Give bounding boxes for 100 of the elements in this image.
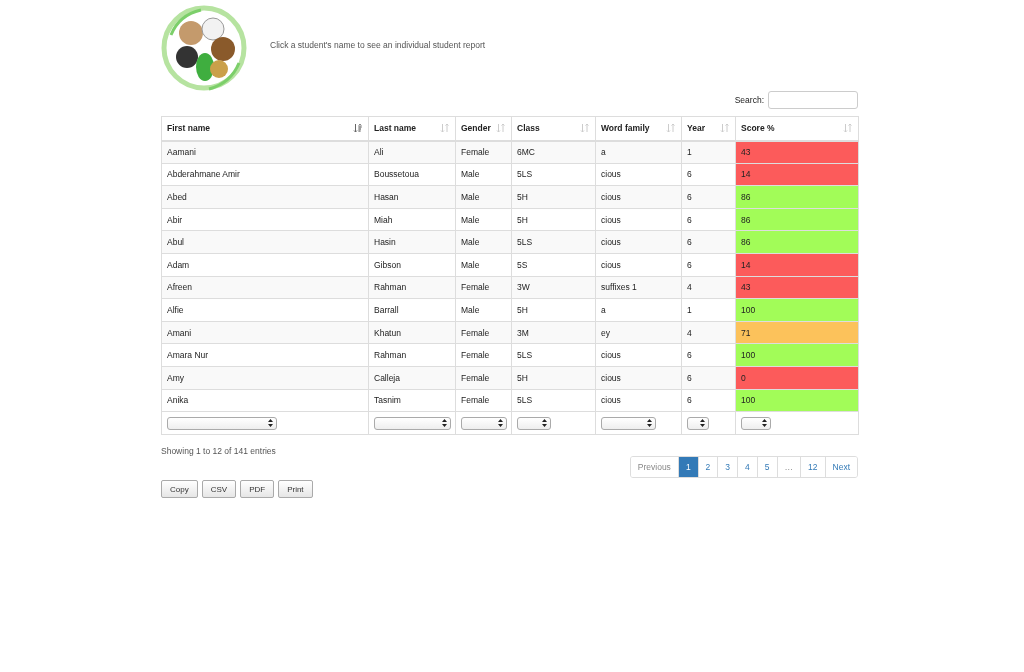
- table-cell: Rahman: [368, 343, 456, 367]
- table-cell: cious: [595, 163, 682, 186]
- table-cell[interactable]: Abul: [161, 230, 369, 254]
- table-cell: ey: [595, 321, 682, 344]
- score-cell: 100: [735, 343, 859, 367]
- export-button[interactable]: PDF: [240, 480, 275, 499]
- column-header[interactable]: Word family: [601, 123, 650, 134]
- table-cell: 5LS: [511, 230, 596, 254]
- table-cell[interactable]: Abed: [161, 185, 369, 209]
- table-cell: a: [595, 140, 682, 164]
- table-cell: Male: [455, 230, 512, 254]
- table-cell: Male: [455, 253, 512, 277]
- table-cell: 1: [681, 298, 736, 322]
- instruction-text: Click a student's name to see an individual student report: [270, 39, 486, 50]
- export-button[interactable]: CSV: [201, 480, 237, 499]
- table-cell[interactable]: Abderahmane Amir: [161, 163, 369, 186]
- column-header[interactable]: Last name: [374, 123, 417, 134]
- table-cell: a: [595, 298, 682, 322]
- table-cell: Male: [455, 208, 512, 231]
- table-cell: Rahman: [368, 276, 456, 299]
- score-cell: 14: [735, 253, 859, 277]
- export-button[interactable]: Copy: [161, 480, 198, 499]
- column-header[interactable]: Year: [687, 123, 705, 134]
- table-cell: Tasnim: [368, 389, 456, 412]
- table-cell: Female: [455, 140, 512, 164]
- table-cell: Female: [455, 389, 512, 412]
- table-cell: cious: [595, 253, 682, 277]
- dropdown-arrows-icon: [442, 419, 447, 428]
- score-cell: 71: [735, 321, 859, 344]
- table-cell: Hasin: [368, 230, 456, 254]
- score-cell: 100: [735, 389, 859, 412]
- search-field[interactable]: [768, 91, 858, 109]
- table-cell: Miah: [368, 208, 456, 231]
- table-cell: Calleja: [368, 366, 456, 390]
- table-cell: Male: [455, 298, 512, 322]
- table-cell[interactable]: Aamani: [161, 140, 369, 164]
- table-cell[interactable]: Amy: [161, 366, 369, 390]
- table-cell: 6: [681, 366, 736, 390]
- sort-ascending-icon[interactable]: [353, 123, 363, 134]
- filter-dropdown[interactable]: [687, 416, 709, 430]
- table-cell: 6: [681, 230, 736, 254]
- table-cell: Male: [455, 185, 512, 209]
- column-header[interactable]: First name: [167, 123, 210, 134]
- table-cell[interactable]: Alfie: [161, 298, 369, 322]
- table-cell[interactable]: Amara Nur: [161, 343, 369, 367]
- table-cell: 6: [681, 343, 736, 367]
- table-cell[interactable]: Abir: [161, 208, 369, 231]
- table-cell: 6: [681, 389, 736, 412]
- table-cell[interactable]: Anika: [161, 389, 369, 412]
- sort-icon[interactable]: [843, 123, 853, 134]
- score-cell: 100: [735, 298, 859, 322]
- score-cell: 14: [735, 163, 859, 186]
- sort-icon[interactable]: [580, 123, 590, 134]
- table-cell: Ali: [368, 140, 456, 164]
- table-cell: cious: [595, 230, 682, 254]
- table-cell[interactable]: Amani: [161, 321, 369, 344]
- dropdown-arrows-icon: [268, 419, 273, 428]
- table-cell: Female: [455, 343, 512, 367]
- table-cell: 4: [681, 321, 736, 344]
- entries-info: Showing 1 to 12 of 141 entries: [161, 446, 277, 457]
- dropdown-arrows-icon: [762, 419, 767, 428]
- table-cell: Khatun: [368, 321, 456, 344]
- sort-icon[interactable]: [720, 123, 730, 134]
- table-cell: Female: [455, 276, 512, 299]
- table-cell: 5H: [511, 185, 596, 209]
- table-cell: 6: [681, 185, 736, 209]
- column-header[interactable]: Gender: [461, 123, 491, 134]
- pagination-button[interactable]: 1: [677, 457, 698, 478]
- table-cell: 5LS: [511, 163, 596, 186]
- table-cell: Boussetoua: [368, 163, 456, 186]
- column-header[interactable]: Score %: [741, 123, 775, 134]
- table-cell: cious: [595, 343, 682, 367]
- table-cell: 5H: [511, 298, 596, 322]
- table-cell: 5LS: [511, 389, 596, 412]
- table-cell: 6: [681, 208, 736, 231]
- sort-icon[interactable]: [496, 123, 506, 134]
- table-cell: cious: [595, 185, 682, 209]
- table-cell[interactable]: Afreen: [161, 276, 369, 299]
- sort-icon[interactable]: [666, 123, 676, 134]
- pagination-button[interactable]: Next: [824, 457, 857, 478]
- export-button[interactable]: Print: [278, 480, 313, 499]
- table-cell: 4: [681, 276, 736, 299]
- dropdown-arrows-icon: [498, 419, 503, 428]
- filter-dropdown[interactable]: [461, 416, 507, 430]
- filter-dropdown[interactable]: [517, 416, 551, 430]
- table-cell: 6: [681, 253, 736, 277]
- filter-dropdown[interactable]: [741, 416, 771, 430]
- table-cell: 1: [681, 140, 736, 164]
- table-cell[interactable]: Adam: [161, 253, 369, 277]
- search-label: Search:: [734, 95, 764, 105]
- score-cell: 86: [735, 185, 859, 209]
- column-header[interactable]: Class: [517, 123, 540, 134]
- table-cell: Male: [455, 163, 512, 186]
- sort-icon[interactable]: [440, 123, 450, 134]
- table-cell: 3M: [511, 321, 596, 344]
- score-cell: 0: [735, 366, 859, 390]
- dropdown-arrows-icon: [542, 419, 547, 428]
- table-cell: Female: [455, 321, 512, 344]
- table-cell: Gibson: [368, 253, 456, 277]
- table-cell: Hasan: [368, 185, 456, 209]
